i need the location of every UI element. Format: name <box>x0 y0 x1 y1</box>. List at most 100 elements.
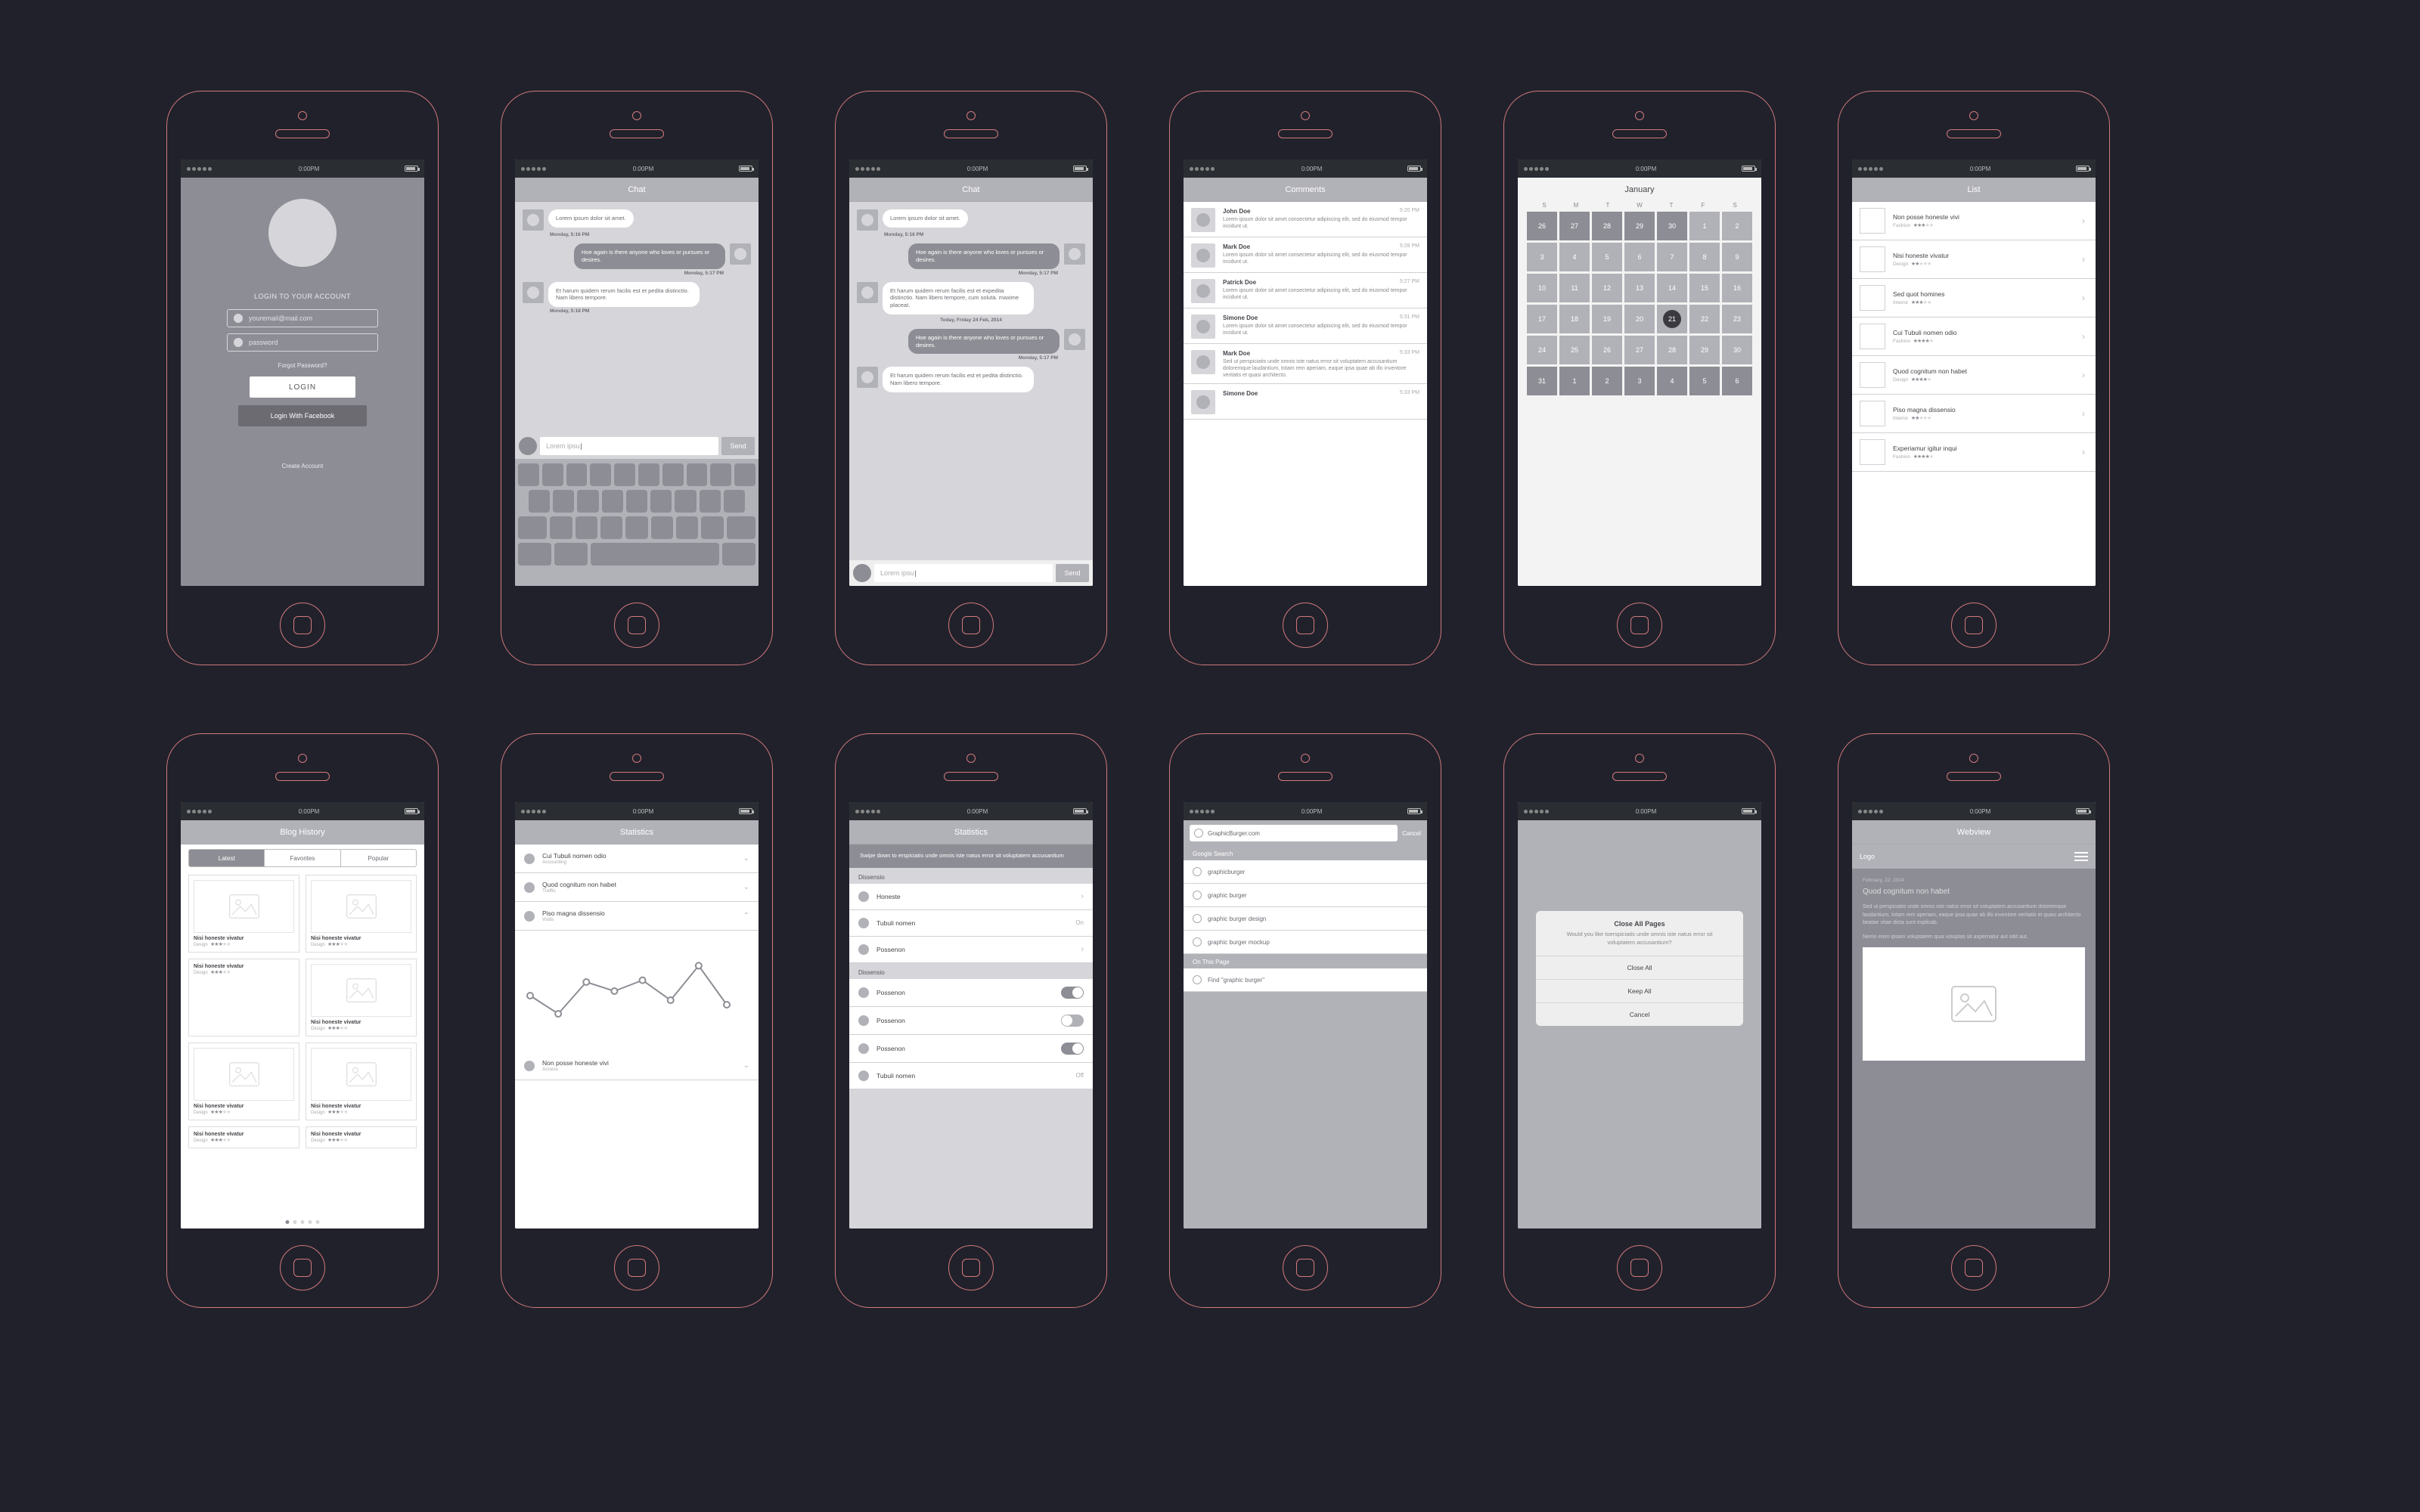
list-item[interactable]: Non posse honeste viviFashion ★★★★★› <box>1852 202 2096 240</box>
calendar-day[interactable]: 4 <box>1657 367 1687 395</box>
calendar-day[interactable]: 3 <box>1624 367 1655 395</box>
settings-row[interactable]: Possenon <box>849 979 1093 1007</box>
blog-card[interactable]: Nisi honeste vivaturDesign ★★★★★ <box>306 959 417 1036</box>
create-account-link[interactable]: Create Account <box>282 463 324 469</box>
forgot-password-link[interactable]: Forgot Password? <box>278 362 327 369</box>
calendar-day[interactable]: 24 <box>1527 336 1557 364</box>
calendar-day[interactable]: 30 <box>1657 212 1687 240</box>
calendar-day[interactable]: 17 <box>1527 305 1557 333</box>
keep-all-button[interactable]: Keep All <box>1536 979 1743 1002</box>
calendar-day[interactable]: 20 <box>1624 305 1655 333</box>
calendar-day[interactable]: 29 <box>1624 212 1655 240</box>
calendar-day[interactable]: 8 <box>1689 243 1720 271</box>
calendar-day[interactable]: 16 <box>1722 274 1752 302</box>
comment-item[interactable]: Mark Doe5:28 PMLorem ipsum dolor sit ame… <box>1184 237 1427 273</box>
calendar-day[interactable]: 11 <box>1559 274 1590 302</box>
calendar-day[interactable]: 23 <box>1722 305 1752 333</box>
message-input[interactable]: Lorem ipsu| <box>540 437 718 455</box>
calendar-day[interactable]: 18 <box>1559 305 1590 333</box>
calendar-day[interactable]: 9 <box>1722 243 1752 271</box>
calendar-day[interactable]: 19 <box>1592 305 1622 333</box>
close-all-button[interactable]: Close All <box>1536 956 1743 979</box>
calendar-day[interactable]: 25 <box>1559 336 1590 364</box>
calendar-day[interactable]: 10 <box>1527 274 1557 302</box>
calendar-day[interactable]: 5 <box>1689 367 1720 395</box>
calendar-day[interactable]: 12 <box>1592 274 1622 302</box>
search-suggestion[interactable]: graphic burger <box>1184 884 1427 907</box>
calendar-day[interactable]: 28 <box>1592 212 1622 240</box>
search-suggestion[interactable]: graphic burger design <box>1184 907 1427 931</box>
calendar-day[interactable]: 1 <box>1559 367 1590 395</box>
calendar-day[interactable]: 6 <box>1722 367 1752 395</box>
login-button[interactable]: LOGIN <box>250 376 355 398</box>
settings-row[interactable]: Tubuli nomenOn <box>849 910 1093 937</box>
cancel-button[interactable]: Cancel <box>1536 1002 1743 1026</box>
search-input[interactable]: GraphicBurger.com <box>1190 825 1398 841</box>
send-button[interactable]: Send <box>721 437 755 455</box>
calendar-day[interactable]: 14 <box>1657 274 1687 302</box>
calendar-day[interactable]: 21 <box>1657 305 1687 333</box>
settings-row[interactable]: Honeste› <box>849 884 1093 910</box>
attach-button[interactable] <box>853 564 871 582</box>
settings-row[interactable]: Possenon› <box>849 937 1093 963</box>
stat-row[interactable]: Piso magna dissensioVisits⌃ <box>515 902 759 931</box>
calendar-day[interactable]: 28 <box>1657 336 1687 364</box>
calendar-day[interactable]: 22 <box>1689 305 1720 333</box>
calendar-day[interactable]: 2 <box>1592 367 1622 395</box>
calendar-day[interactable]: 15 <box>1689 274 1720 302</box>
calendar-day[interactable]: 3 <box>1527 243 1557 271</box>
list-item[interactable]: Nisi honeste vivaturDesign ★★★★★› <box>1852 240 2096 279</box>
tab-popular[interactable]: Popular <box>341 850 416 866</box>
tab-favorites[interactable]: Favorites <box>265 850 340 866</box>
settings-row[interactable]: Possenon <box>849 1035 1093 1063</box>
calendar-day[interactable]: 4 <box>1559 243 1590 271</box>
calendar-day[interactable]: 7 <box>1657 243 1687 271</box>
send-button[interactable]: Send <box>1056 564 1089 582</box>
stat-row[interactable]: Non posse honeste viviAccess⌄ <box>515 1052 759 1080</box>
keyboard[interactable] <box>515 459 759 586</box>
comment-item[interactable]: Simone Doe5:33 PM <box>1184 384 1427 420</box>
stat-row[interactable]: Cui Tubuli nomen odioAccounting⌄ <box>515 844 759 873</box>
search-option[interactable]: Find "graphic burger" <box>1184 968 1427 992</box>
calendar-day[interactable]: 26 <box>1592 336 1622 364</box>
stat-row[interactable]: Quod cognitum non habetTraffic⌄ <box>515 873 759 902</box>
calendar-day[interactable]: 29 <box>1689 336 1720 364</box>
blog-card[interactable]: Nisi honeste vivaturDesign ★★★★★ <box>188 1126 299 1148</box>
message-input[interactable]: Lorem ipsu| <box>874 564 1053 582</box>
menu-icon[interactable] <box>2074 852 2088 861</box>
login-facebook-button[interactable]: Login With Facebook <box>238 405 367 426</box>
toggle[interactable] <box>1061 1043 1084 1055</box>
blog-card[interactable]: Nisi honeste vivaturDesign ★★★★★ <box>306 1126 417 1148</box>
calendar-day[interactable]: 5 <box>1592 243 1622 271</box>
calendar-day[interactable]: 6 <box>1624 243 1655 271</box>
email-field[interactable]: youremail@mail.com <box>227 309 378 327</box>
search-suggestion[interactable]: graphicburger <box>1184 860 1427 884</box>
calendar-day[interactable]: 27 <box>1624 336 1655 364</box>
list-item[interactable]: Cui Tubuli nomen odioFashion ★★★★★› <box>1852 318 2096 356</box>
calendar-day[interactable]: 1 <box>1689 212 1720 240</box>
cancel-button[interactable]: Cancel <box>1402 830 1421 837</box>
calendar-day[interactable]: 26 <box>1527 212 1557 240</box>
blog-card[interactable]: Nisi honeste vivaturDesign ★★★★★ <box>188 875 299 953</box>
blog-card[interactable]: Nisi honeste vivaturDesign ★★★★★ <box>188 1043 299 1120</box>
settings-row[interactable]: Tubuli nomenOff <box>849 1063 1093 1089</box>
list-item[interactable]: Quod cognitum non habetDesign ★★★★★› <box>1852 356 2096 395</box>
toggle[interactable] <box>1061 1015 1084 1027</box>
blog-card[interactable]: Nisi honeste vivaturDesign ★★★★★ <box>306 1043 417 1120</box>
calendar-day[interactable]: 31 <box>1527 367 1557 395</box>
list-item[interactable]: Sed quot hominesInterior ★★★★★› <box>1852 279 2096 318</box>
calendar-day[interactable]: 13 <box>1624 274 1655 302</box>
calendar-day[interactable]: 27 <box>1559 212 1590 240</box>
search-suggestion[interactable]: graphic burger mockup <box>1184 931 1427 954</box>
comment-item[interactable]: John Doe5:20 PMLorem ipsum dolor sit ame… <box>1184 202 1427 237</box>
comment-item[interactable]: Patrick Doe5:27 PMLorem ipsum dolor sit … <box>1184 273 1427 308</box>
tab-latest[interactable]: Latest <box>189 850 265 866</box>
settings-row[interactable]: Possenon <box>849 1007 1093 1035</box>
list-item[interactable]: Experiamur igitur inquiFashion ★★★★★› <box>1852 433 2096 472</box>
attach-button[interactable] <box>519 437 537 455</box>
comment-item[interactable]: Simone Doe5:31 PMLorem ipsum dolor sit a… <box>1184 308 1427 344</box>
calendar-day[interactable]: 2 <box>1722 212 1752 240</box>
list-item[interactable]: Piso magna dissensioInterior ★★★★★› <box>1852 395 2096 433</box>
calendar-day[interactable]: 30 <box>1722 336 1752 364</box>
blog-card[interactable]: Nisi honeste vivaturDesign ★★★★★ <box>188 959 299 1036</box>
